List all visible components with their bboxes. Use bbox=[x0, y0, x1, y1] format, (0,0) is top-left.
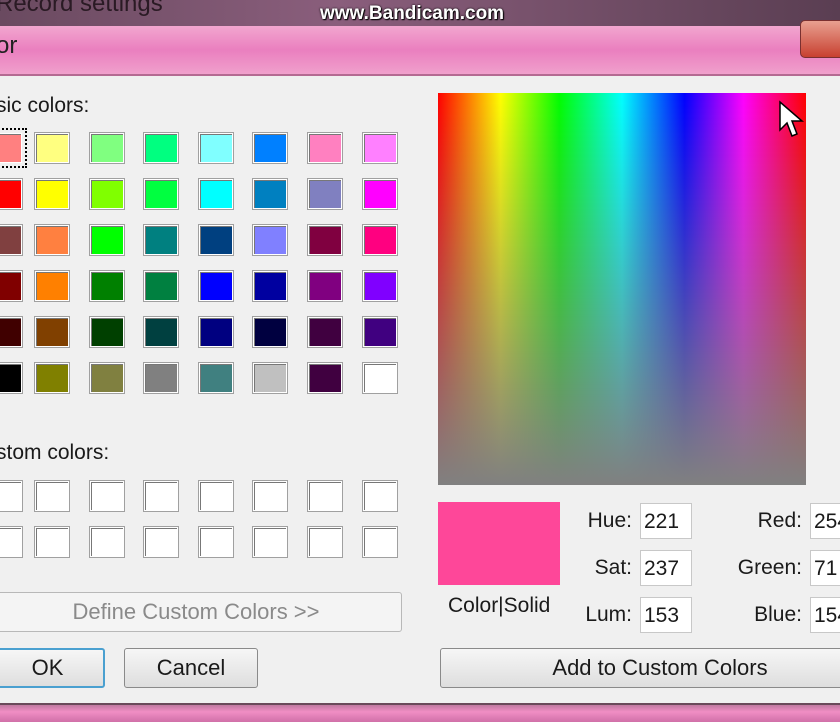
basic-color-swatch[interactable] bbox=[252, 270, 288, 302]
basic-color-swatch[interactable] bbox=[34, 362, 70, 394]
basic-color-swatch[interactable] bbox=[34, 316, 70, 348]
basic-color-swatch[interactable] bbox=[307, 362, 343, 394]
define-custom-colors-button[interactable]: Define Custom Colors >> bbox=[0, 592, 402, 632]
window-frame-bottom bbox=[0, 703, 840, 722]
basic-color-swatch[interactable] bbox=[143, 224, 179, 256]
basic-color-swatch[interactable] bbox=[34, 132, 70, 164]
basic-color-swatch[interactable] bbox=[252, 316, 288, 348]
basic-color-swatch[interactable] bbox=[198, 270, 234, 302]
lum-input[interactable]: 153 bbox=[640, 597, 692, 633]
basic-color-swatch[interactable] bbox=[307, 316, 343, 348]
basic-color-swatch[interactable] bbox=[362, 178, 398, 210]
basic-color-swatch[interactable] bbox=[198, 362, 234, 394]
basic-color-swatch[interactable] bbox=[0, 178, 23, 210]
basic-color-swatch[interactable] bbox=[252, 178, 288, 210]
color-spectrum-picker[interactable] bbox=[438, 93, 806, 485]
basic-color-swatch[interactable] bbox=[362, 362, 398, 394]
custom-color-swatch[interactable] bbox=[89, 526, 125, 558]
custom-color-swatch[interactable] bbox=[252, 526, 288, 558]
basic-color-swatch[interactable] bbox=[89, 178, 125, 210]
custom-color-swatch[interactable] bbox=[307, 526, 343, 558]
dialog-title: or bbox=[0, 32, 18, 59]
dialog-titlebar bbox=[0, 26, 840, 76]
cancel-button[interactable]: Cancel bbox=[124, 648, 258, 688]
watermark: www.Bandicam.com bbox=[320, 3, 505, 24]
sat-input[interactable]: 237 bbox=[640, 550, 692, 586]
add-to-custom-colors-button[interactable]: Add to Custom Colors bbox=[440, 648, 840, 688]
custom-color-swatch[interactable] bbox=[198, 526, 234, 558]
custom-color-swatch[interactable] bbox=[34, 480, 70, 512]
basic-color-swatch[interactable] bbox=[252, 132, 288, 164]
color-preview bbox=[438, 502, 560, 585]
color-solid-label: Color|Solid bbox=[448, 594, 551, 617]
custom-color-swatch[interactable] bbox=[0, 526, 23, 558]
custom-colors-label: stom colors: bbox=[0, 441, 110, 464]
basic-color-swatch[interactable] bbox=[198, 132, 234, 164]
basic-color-swatch[interactable] bbox=[362, 316, 398, 348]
basic-color-swatch[interactable] bbox=[143, 316, 179, 348]
basic-color-swatch[interactable] bbox=[34, 178, 70, 210]
basic-color-swatch[interactable] bbox=[89, 224, 125, 256]
basic-color-swatch[interactable] bbox=[34, 224, 70, 256]
custom-color-swatch[interactable] bbox=[362, 526, 398, 558]
basic-color-swatch[interactable] bbox=[307, 224, 343, 256]
basic-color-swatch[interactable] bbox=[362, 224, 398, 256]
close-button[interactable] bbox=[800, 20, 840, 58]
basic-color-swatch[interactable] bbox=[34, 270, 70, 302]
custom-color-swatch[interactable] bbox=[143, 526, 179, 558]
basic-color-swatch[interactable] bbox=[307, 178, 343, 210]
hue-label: Hue: bbox=[587, 509, 632, 532]
basic-color-swatch[interactable] bbox=[307, 270, 343, 302]
custom-color-swatch[interactable] bbox=[0, 480, 23, 512]
basic-color-swatch[interactable] bbox=[198, 224, 234, 256]
basic-color-swatch[interactable] bbox=[89, 362, 125, 394]
basic-color-swatch[interactable] bbox=[89, 132, 125, 164]
custom-color-swatch[interactable] bbox=[307, 480, 343, 512]
custom-color-swatch[interactable] bbox=[198, 480, 234, 512]
basic-color-swatch[interactable] bbox=[198, 178, 234, 210]
basic-color-swatch[interactable] bbox=[89, 316, 125, 348]
basic-colors-label: sic colors: bbox=[0, 94, 90, 117]
basic-color-swatch[interactable] bbox=[0, 362, 23, 394]
basic-color-swatch[interactable] bbox=[307, 132, 343, 164]
basic-color-swatch[interactable] bbox=[0, 128, 27, 168]
basic-color-swatch[interactable] bbox=[0, 224, 23, 256]
custom-color-swatch[interactable] bbox=[362, 480, 398, 512]
green-input[interactable]: 71 bbox=[810, 550, 840, 586]
basic-color-swatch[interactable] bbox=[0, 316, 23, 348]
lum-label: Lum: bbox=[585, 603, 632, 626]
red-input[interactable]: 254 bbox=[810, 503, 840, 539]
custom-color-swatch[interactable] bbox=[89, 480, 125, 512]
basic-color-swatch[interactable] bbox=[362, 270, 398, 302]
custom-color-swatch[interactable] bbox=[252, 480, 288, 512]
blue-label: Blue: bbox=[754, 603, 802, 626]
hue-input[interactable]: 221 bbox=[640, 503, 692, 539]
basic-color-swatch[interactable] bbox=[89, 270, 125, 302]
mouse-cursor-icon bbox=[779, 100, 805, 137]
basic-color-swatch[interactable] bbox=[252, 224, 288, 256]
parent-window-title: Record settings bbox=[0, 0, 163, 17]
basic-color-swatch[interactable] bbox=[143, 132, 179, 164]
basic-color-swatch[interactable] bbox=[143, 362, 179, 394]
red-label: Red: bbox=[757, 509, 802, 532]
blue-input[interactable]: 154 bbox=[810, 597, 840, 633]
custom-color-swatch[interactable] bbox=[34, 526, 70, 558]
basic-color-swatch[interactable] bbox=[143, 178, 179, 210]
ok-button[interactable]: OK bbox=[0, 648, 105, 688]
basic-color-swatch[interactable] bbox=[362, 132, 398, 164]
basic-color-swatch[interactable] bbox=[252, 362, 288, 394]
green-label: Green: bbox=[737, 556, 802, 579]
custom-color-swatch[interactable] bbox=[143, 480, 179, 512]
basic-color-swatch[interactable] bbox=[143, 270, 179, 302]
basic-color-swatch[interactable] bbox=[198, 316, 234, 348]
basic-color-swatch[interactable] bbox=[0, 270, 23, 302]
sat-label: Sat: bbox=[594, 556, 632, 579]
